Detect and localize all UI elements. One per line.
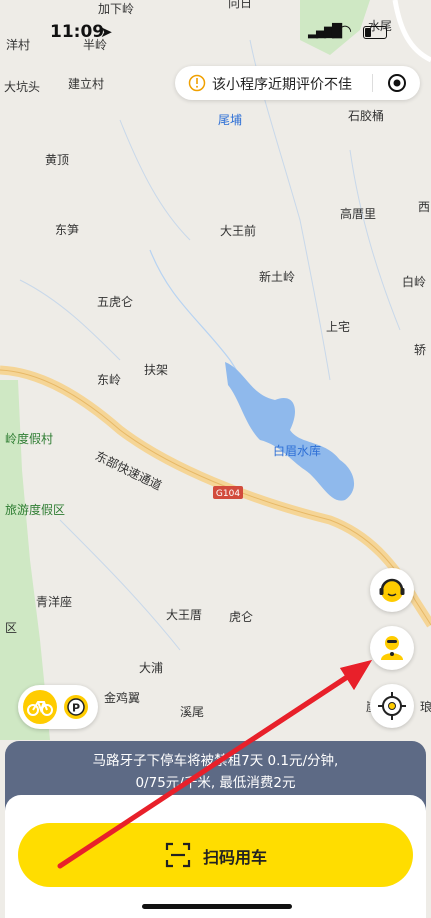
user-avatar-icon — [381, 636, 403, 660]
map-label: 建立村 — [68, 77, 105, 91]
scan-icon — [165, 842, 191, 868]
rating-notice[interactable]: 该小程序近期评价不佳 — [175, 66, 420, 100]
recenter-location-button[interactable] — [370, 684, 414, 728]
home-indicator[interactable] — [142, 904, 292, 909]
fee-notice-line2: 0/75元/千米, 最低消费2元 — [135, 775, 296, 791]
map-label: 大王厝 — [166, 608, 203, 622]
location-arrow-icon: ➤ — [100, 23, 113, 41]
map-label: 白眉水库 — [273, 444, 322, 458]
map-label: 新土岭 — [259, 270, 296, 284]
map-label: 扶架 — [144, 363, 169, 377]
map-label: 琅 — [420, 700, 431, 714]
parking-icon[interactable]: P — [60, 691, 92, 723]
map-label: 西 — [418, 200, 431, 214]
road-badge-label: G104 — [216, 489, 240, 499]
info-icon — [188, 74, 206, 92]
map-label: 旅游度假区 — [5, 503, 66, 517]
map-label: 区 — [5, 621, 18, 635]
map-label: 虎仑 — [229, 610, 254, 624]
map-label: 黄顶 — [45, 153, 70, 167]
divider — [372, 74, 373, 92]
map-label: 五虎仑 — [97, 295, 134, 309]
scan-button-label: 扫码用车 — [203, 848, 268, 867]
map-label: 轿 — [414, 343, 427, 357]
map-label: 溪尾 — [180, 705, 205, 719]
map-label: 高厝里 — [340, 207, 377, 221]
map-label: 上宅 — [326, 320, 351, 334]
mode-toggle[interactable]: P — [18, 685, 98, 729]
bike-icon[interactable] — [22, 689, 58, 725]
map-label: 大浦 — [139, 661, 164, 675]
locate-target-icon — [378, 692, 406, 720]
wifi-icon: ◠ — [338, 21, 352, 40]
mini-program-close-icon[interactable] — [387, 73, 407, 93]
map-label: 加下岭 — [98, 2, 135, 16]
map-label: 向日 — [228, 0, 253, 10]
status-bar: 11:09 ➤ ▂▄▆█ ◠ — [0, 20, 431, 48]
map-label: 大王前 — [220, 224, 257, 238]
map-label: 东岭 — [97, 373, 122, 387]
status-time: 11:09 — [50, 22, 105, 42]
rating-notice-text: 该小程序近期评价不佳 — [212, 77, 352, 93]
fee-notice-line1: 马路牙子下停车将被禁租7天 0.1元/分钟, — [92, 753, 339, 769]
map-label: 尾埔 — [218, 113, 243, 127]
map-label: 石胶桶 — [348, 109, 385, 123]
signal-icon: ▂▄▆█ — [308, 24, 342, 39]
svg-text:P: P — [72, 702, 80, 715]
map-label: 岭度假村 — [5, 432, 54, 446]
map-label: 青洋座 — [36, 595, 73, 609]
headset-icon — [379, 578, 405, 602]
map-label: 白岭 — [402, 275, 427, 289]
map-label: 东笋 — [55, 223, 80, 237]
scan-to-ride-button[interactable]: 扫码用车 — [18, 823, 413, 887]
battery-icon — [363, 26, 387, 39]
customer-service-button[interactable] — [370, 568, 414, 612]
map-label: 大坑头 — [4, 80, 41, 94]
map-label: 金鸡翼 — [104, 691, 141, 705]
user-profile-button[interactable] — [370, 626, 414, 670]
